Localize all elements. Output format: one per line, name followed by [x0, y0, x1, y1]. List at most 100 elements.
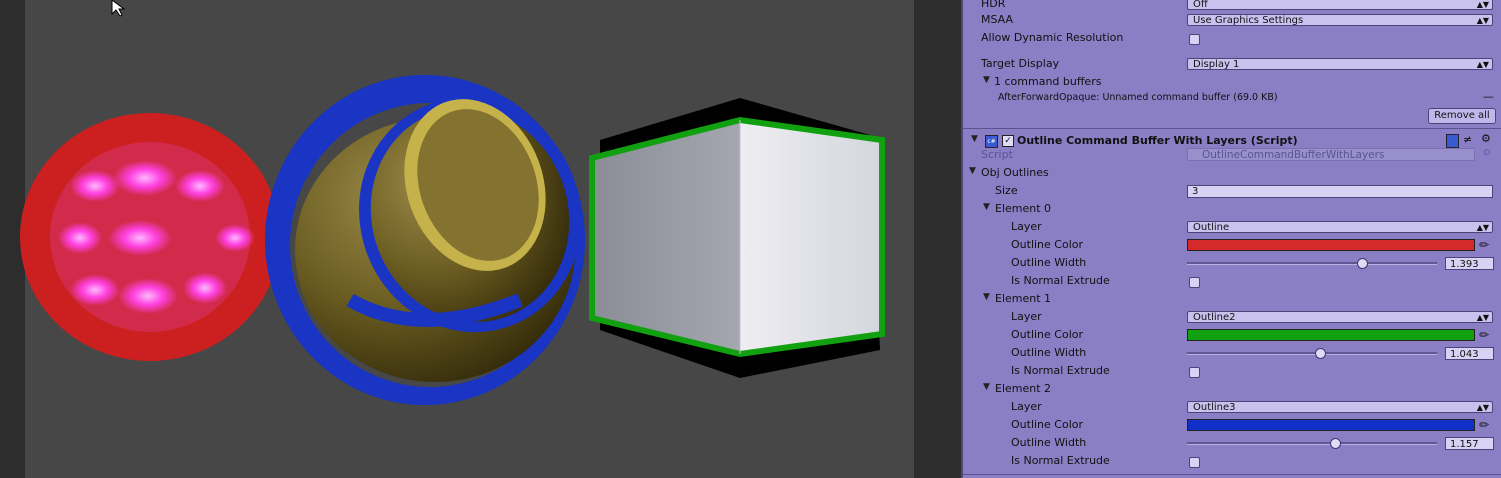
scene-view[interactable] [0, 0, 961, 478]
size-value: 3 [1192, 186, 1199, 197]
msaa-dropdown[interactable]: Use Graphics Settings ▲▼ [1187, 14, 1493, 26]
element-0-header[interactable]: ▼ Element 0 [963, 200, 1501, 218]
presets-icon[interactable]: ≠ [1463, 133, 1472, 146]
layer-label: Layer [1011, 400, 1042, 413]
eyedropper-icon[interactable]: ✏ [1479, 328, 1489, 342]
size-label: Size [995, 184, 1018, 197]
element-0-width-row: Outline Width 1.393 [963, 254, 1501, 272]
hdr-label: HDR [981, 0, 1006, 10]
outline-width-input[interactable]: 1.043 [1445, 347, 1494, 360]
layer-value: Outline2 [1193, 312, 1236, 323]
foldout-arrow-icon[interactable]: ▼ [971, 134, 978, 144]
element-2-width-row: Outline Width 1.157 [963, 434, 1501, 452]
target-display-dropdown[interactable]: Display 1 ▲▼ [1187, 58, 1493, 70]
layer-dropdown[interactable]: Outline3 ▲▼ [1187, 401, 1493, 413]
divider [963, 128, 1501, 129]
outline-width-slider[interactable] [1187, 352, 1437, 355]
layer-dropdown[interactable]: Outline2 ▲▼ [1187, 311, 1493, 323]
outline-color-field[interactable] [1187, 419, 1475, 431]
remove-all-button[interactable]: Remove all [1428, 108, 1496, 124]
layer-label: Layer [1011, 220, 1042, 233]
is-normal-extrude-checkbox[interactable] [1189, 457, 1200, 468]
element-name: Element 2 [995, 382, 1052, 395]
element-2-extrude-row: Is Normal Extrude [963, 452, 1501, 470]
foldout-arrow-icon[interactable]: ▼ [983, 292, 990, 302]
hdr-value: Off [1193, 0, 1208, 10]
target-display-row: Target Display Display 1 ▲▼ [963, 55, 1501, 73]
is-normal-extrude-checkbox[interactable] [1189, 277, 1200, 288]
slider-thumb[interactable] [1357, 258, 1368, 269]
obj-outlines-row[interactable]: ▼ Obj Outlines [963, 164, 1501, 182]
element-2-header[interactable]: ▼ Element 2 [963, 380, 1501, 398]
is-normal-extrude-label: Is Normal Extrude [1011, 454, 1110, 467]
element-0-color-row: Outline Color ✏ [963, 236, 1501, 254]
command-buffer-entry-row: AfterForwardOpaque: Unnamed command buff… [963, 90, 1501, 108]
layer-dropdown[interactable]: Outline ▲▼ [1187, 221, 1493, 233]
outline-width-label: Outline Width [1011, 436, 1087, 449]
dynamic-resolution-row: Allow Dynamic Resolution [963, 29, 1501, 47]
hdr-dropdown[interactable]: Off ▲▼ [1187, 0, 1493, 10]
target-display-label: Target Display [981, 57, 1060, 70]
layer-value: Outline [1193, 222, 1230, 233]
foldout-arrow-icon[interactable]: ▼ [983, 75, 990, 85]
script-label: Script [981, 148, 1013, 161]
script-row: Script OutlineCommandBufferWithLayers ⊙ [963, 146, 1501, 164]
is-normal-extrude-checkbox[interactable] [1189, 367, 1200, 378]
outline-color-label: Outline Color [1011, 238, 1084, 251]
outline-width-label: Outline Width [1011, 346, 1087, 359]
size-row: Size 3 [963, 182, 1501, 200]
is-normal-extrude-label: Is Normal Extrude [1011, 274, 1110, 287]
outline-width-slider[interactable] [1187, 442, 1437, 445]
object-picker-icon: ⊙ [1483, 148, 1491, 158]
remove-entry-icon[interactable]: — [1483, 90, 1494, 103]
command-buffer-entry: AfterForwardOpaque: Unnamed command buff… [998, 92, 1278, 103]
outline-color-field[interactable] [1187, 239, 1475, 251]
outline-width-input[interactable]: 1.157 [1445, 437, 1494, 450]
msaa-label: MSAA [981, 13, 1014, 26]
dropdown-arrow-icon: ▲▼ [1476, 0, 1489, 9]
scene-canvas[interactable] [0, 0, 961, 478]
foldout-arrow-icon[interactable]: ▼ [983, 382, 990, 392]
element-0-layer-row: Layer Outline ▲▼ [963, 218, 1501, 236]
foldout-arrow-icon[interactable]: ▼ [983, 202, 990, 212]
element-1-extrude-row: Is Normal Extrude [963, 362, 1501, 380]
element-2-color-row: Outline Color ✏ [963, 416, 1501, 434]
dynamic-resolution-checkbox[interactable] [1189, 34, 1200, 45]
outline-color-label: Outline Color [1011, 328, 1084, 341]
outline-width-label: Outline Width [1011, 256, 1087, 269]
dropdown-arrow-icon: ▲▼ [1476, 403, 1489, 412]
element-name: Element 0 [995, 202, 1052, 215]
element-1-color-row: Outline Color ✏ [963, 326, 1501, 344]
layer-value: Outline3 [1193, 402, 1236, 413]
dynamic-resolution-label: Allow Dynamic Resolution [981, 31, 1124, 44]
outline-color-label: Outline Color [1011, 418, 1084, 431]
element-1-header[interactable]: ▼ Element 1 [963, 290, 1501, 308]
obj-outlines-label: Obj Outlines [981, 166, 1049, 179]
outline-width-input[interactable]: 1.393 [1445, 257, 1494, 270]
dropdown-arrow-icon: ▲▼ [1476, 313, 1489, 322]
is-normal-extrude-label: Is Normal Extrude [1011, 364, 1110, 377]
eyedropper-icon[interactable]: ✏ [1479, 418, 1489, 432]
eyedropper-icon[interactable]: ✏ [1479, 238, 1489, 252]
gear-icon[interactable]: ⚙ [1481, 132, 1491, 145]
element-1-layer-row: Layer Outline2 ▲▼ [963, 308, 1501, 326]
outline-color-field[interactable] [1187, 329, 1475, 341]
target-display-value: Display 1 [1193, 59, 1240, 70]
foldout-arrow-icon[interactable]: ▼ [969, 166, 976, 176]
dropdown-arrow-icon: ▲▼ [1476, 16, 1489, 25]
outline-width-slider[interactable] [1187, 262, 1437, 265]
red-outlined-sphere [20, 113, 280, 361]
inspector-panel: HDR Off ▲▼ MSAA Use Graphics Settings ▲▼… [961, 0, 1501, 478]
element-0-extrude-row: Is Normal Extrude [963, 272, 1501, 290]
script-object-field: OutlineCommandBufferWithLayers [1187, 148, 1475, 161]
slider-thumb[interactable] [1314, 348, 1326, 359]
element-1-width-row: Outline Width 1.043 [963, 344, 1501, 362]
command-buffers-row[interactable]: ▼ 1 command buffers [963, 73, 1501, 91]
slider-thumb[interactable] [1329, 438, 1341, 449]
size-input[interactable]: 3 [1187, 185, 1493, 198]
divider [963, 474, 1501, 475]
msaa-row: MSAA Use Graphics Settings ▲▼ [963, 11, 1501, 29]
script-value: OutlineCommandBufferWithLayers [1202, 149, 1385, 161]
msaa-value: Use Graphics Settings [1193, 15, 1304, 26]
dropdown-arrow-icon: ▲▼ [1476, 60, 1489, 69]
